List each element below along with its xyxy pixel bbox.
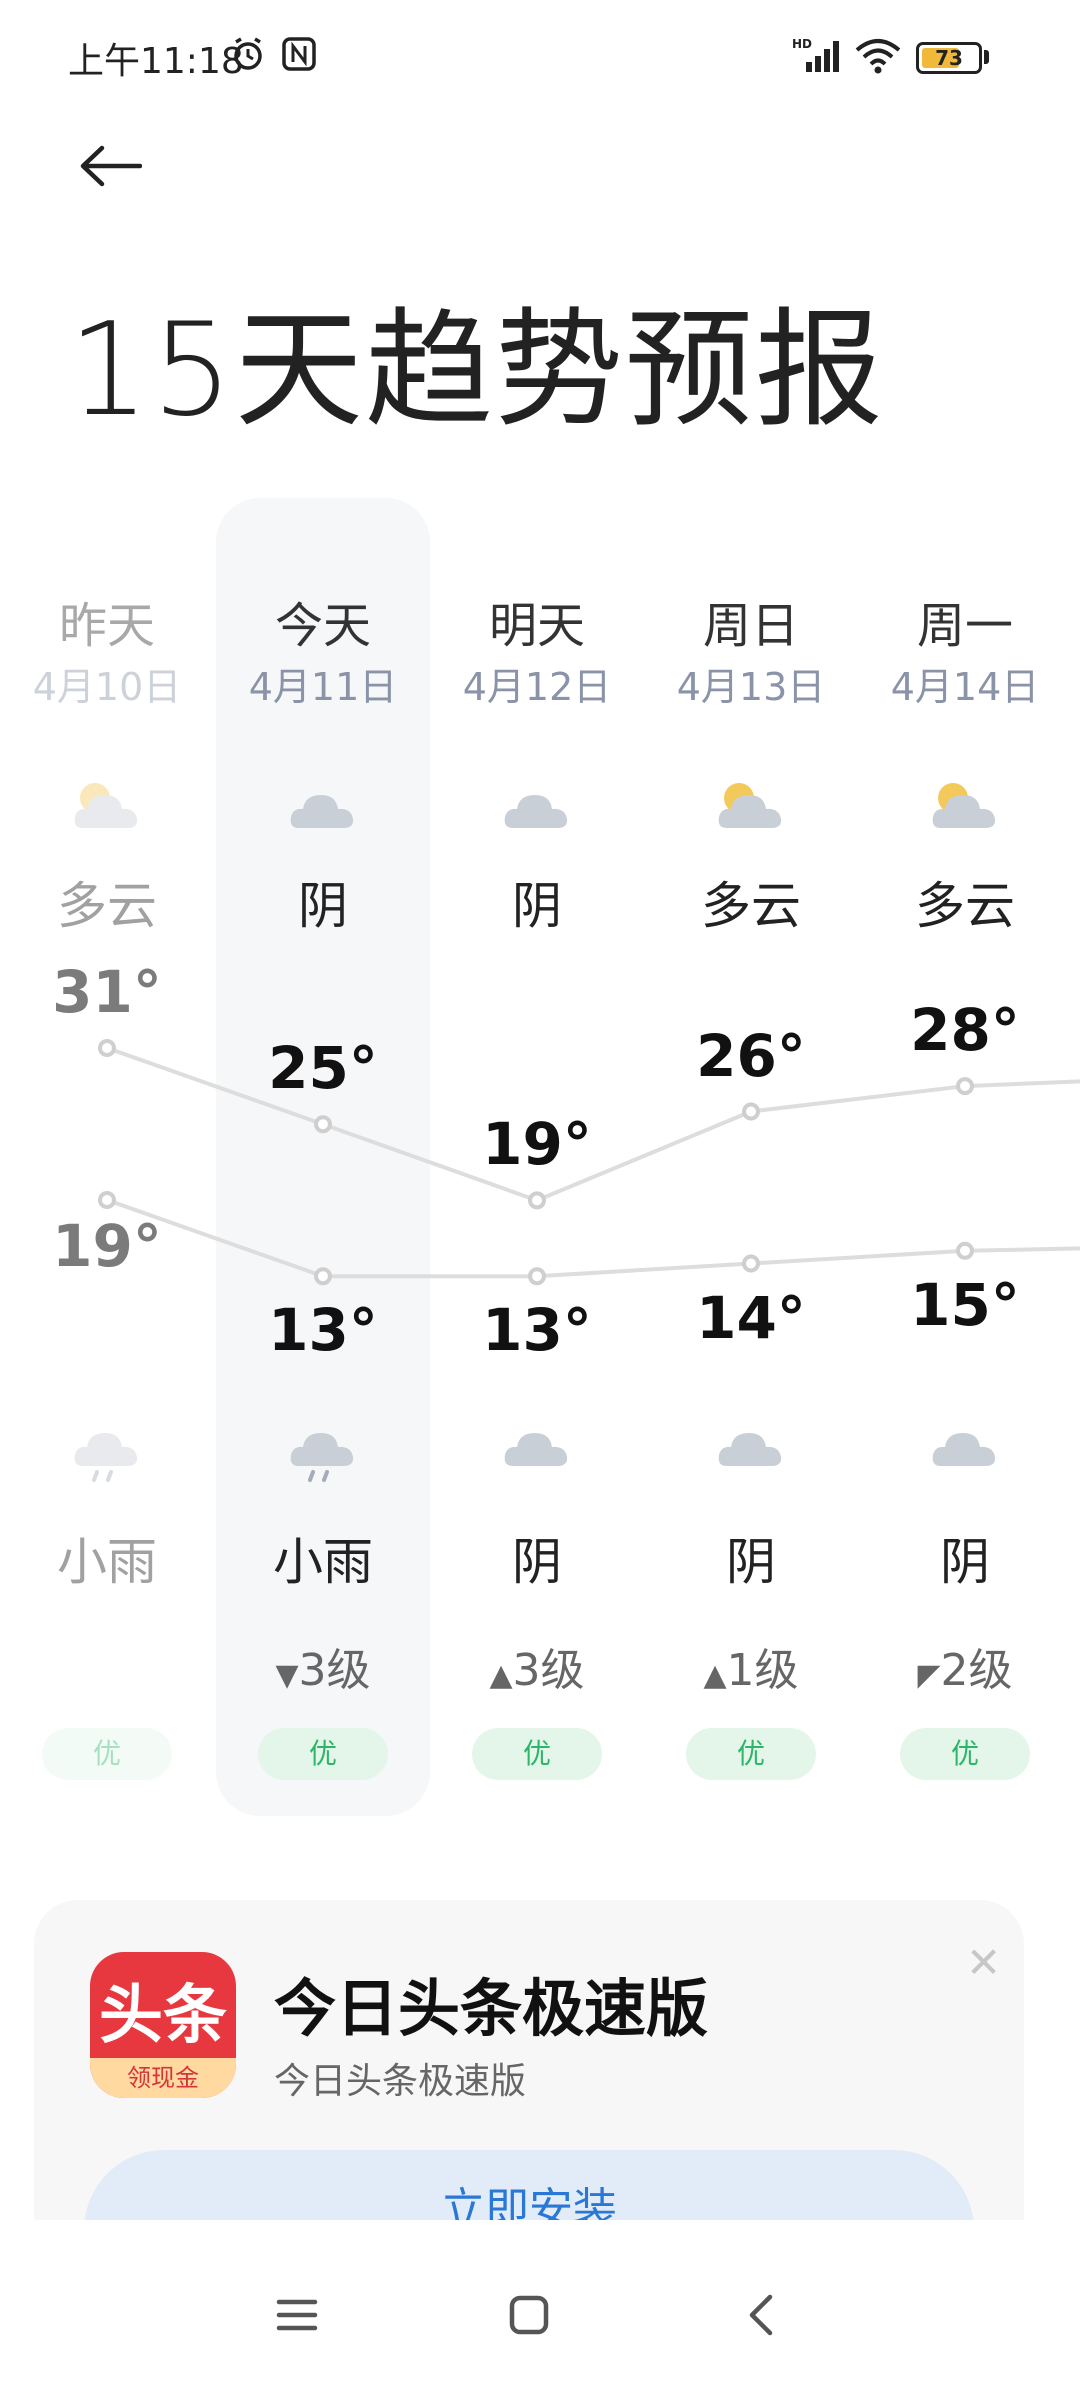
wind-value: 2级 (940, 1645, 1013, 1696)
back-icon[interactable] (726, 2280, 796, 2350)
wind-direction-icon: ▼ (275, 1658, 299, 1693)
aqi-badge: 优 (258, 1728, 388, 1780)
wind-direction-icon: ▲ (489, 1658, 513, 1693)
navigation-bar (0, 2220, 1080, 2400)
night-condition: 小雨 (57, 1533, 157, 1591)
wind-level: ◤2级 (858, 1634, 1072, 1698)
night-condition: 阴 (940, 1533, 990, 1591)
wind-value: 3级 (298, 1645, 371, 1696)
home-icon[interactable] (494, 2280, 564, 2350)
close-icon[interactable]: ✕ (966, 1938, 1001, 1987)
temp-point (528, 1267, 546, 1286)
wind-level: ▼3级 (216, 1634, 430, 1698)
temp-point (98, 1191, 116, 1209)
toutiao-app-icon: 头条 领现金 (90, 1952, 236, 2098)
menu-icon[interactable] (262, 2280, 332, 2350)
wind-level: ▲1级 (644, 1634, 858, 1698)
temp-point (956, 1077, 974, 1096)
temp-point (956, 1241, 974, 1260)
app-icon-strip: 领现金 (90, 2058, 236, 2098)
night-condition: 阴 (726, 1533, 776, 1591)
ad-subtitle: 今日头条极速版 (274, 2061, 527, 2102)
night-condition: 阴 (512, 1533, 562, 1591)
aqi-badge: 优 (686, 1728, 816, 1780)
aqi-badge: 优 (42, 1728, 172, 1780)
wind-value: 1级 (726, 1645, 799, 1696)
night-condition: 小雨 (273, 1533, 373, 1591)
ad-app-name: 今日头条极速版 (274, 1972, 709, 2045)
temp-point (314, 1267, 332, 1286)
temp-line (106, 1046, 1080, 1203)
app-icon-text: 头条 (99, 1979, 227, 2053)
aqi-badge: 优 (900, 1728, 1030, 1780)
temp-point (742, 1102, 760, 1121)
wind-direction-icon: ◤ (917, 1658, 941, 1693)
wind-level: ▲3级 (430, 1634, 644, 1698)
aqi-badge: 优 (472, 1728, 602, 1780)
light-rain-icon (216, 1408, 430, 1492)
temp-line (106, 1198, 1080, 1279)
temp-point (742, 1254, 760, 1273)
ad-card[interactable]: 头条 领现金 今日头条极速版 今日头条极速版 ✕ 立即安装 (34, 1900, 1024, 2260)
light-rain-icon (0, 1408, 214, 1492)
temperature-chart (98, 1039, 1080, 1286)
temp-point (98, 1039, 116, 1057)
wind-value: 3级 (512, 1645, 585, 1696)
temp-point (314, 1115, 332, 1134)
temp-point (528, 1191, 546, 1210)
cloud-icon (430, 1408, 644, 1492)
cloud-icon (858, 1408, 1072, 1492)
wind-direction-icon: ▲ (703, 1658, 727, 1693)
cloud-icon (644, 1408, 858, 1492)
